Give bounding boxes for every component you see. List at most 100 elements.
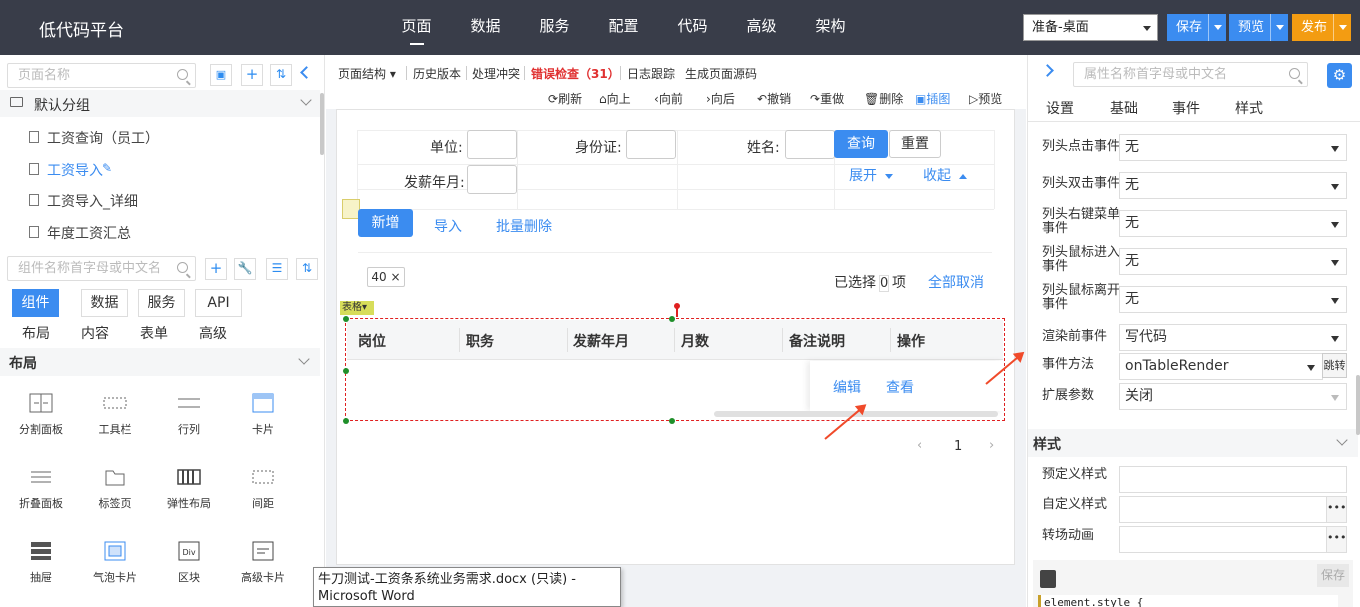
close-icon[interactable]: × bbox=[391, 270, 401, 284]
component-tabs[interactable]: 标签页 bbox=[80, 467, 150, 511]
component-row-col[interactable]: 行列 bbox=[154, 393, 224, 437]
event-select[interactable]: 无 bbox=[1119, 134, 1347, 161]
custom-style-input[interactable] bbox=[1119, 496, 1327, 523]
page-size-tag[interactable]: 40 × bbox=[367, 267, 405, 287]
page-item-active[interactable]: 工资导入 ✎ bbox=[0, 155, 320, 183]
undo-button[interactable]: ↶撤销 bbox=[757, 90, 791, 107]
page-search-input[interactable] bbox=[8, 64, 195, 87]
edit-pencil-icon[interactable]: ✎ bbox=[102, 161, 112, 175]
component-collapse-panel[interactable]: 折叠面板 bbox=[6, 467, 76, 511]
add-page-button[interactable]: + bbox=[241, 64, 263, 86]
history-version-button[interactable]: 历史版本 bbox=[413, 65, 461, 82]
page-item[interactable]: 年度工资汇总 bbox=[0, 218, 320, 246]
tab-api[interactable]: API bbox=[195, 289, 242, 317]
component-search[interactable] bbox=[7, 256, 196, 281]
column-divider[interactable] bbox=[890, 328, 891, 352]
next-page-icon[interactable]: › bbox=[989, 438, 994, 453]
nav-data[interactable]: 数据 bbox=[451, 0, 520, 55]
resize-handle[interactable] bbox=[343, 368, 349, 374]
event-select[interactable]: 无 bbox=[1119, 172, 1347, 199]
component-advanced-card[interactable]: 高级卡片 bbox=[228, 541, 298, 585]
subtab-content[interactable]: 内容 bbox=[81, 323, 140, 343]
nav-advanced[interactable]: 高级 bbox=[727, 0, 796, 55]
add-button[interactable]: 新增 bbox=[358, 209, 413, 237]
resize-handle[interactable] bbox=[343, 316, 349, 322]
component-block[interactable]: Div 区块 bbox=[154, 541, 224, 585]
property-scrollbar[interactable] bbox=[1356, 375, 1360, 435]
tab-basic[interactable]: 基础 bbox=[1110, 98, 1138, 118]
id-card-input[interactable] bbox=[626, 130, 676, 159]
tab-components[interactable]: 组件 bbox=[12, 289, 59, 317]
property-search-input[interactable] bbox=[1074, 63, 1307, 86]
column-header[interactable]: 备注说明 bbox=[789, 331, 845, 351]
page-list-scrollbar[interactable] bbox=[320, 93, 324, 155]
collapse-link[interactable]: 收起 bbox=[923, 165, 967, 185]
save-dropdown-icon[interactable] bbox=[1208, 14, 1226, 41]
nav-code[interactable]: 代码 bbox=[658, 0, 727, 55]
subtab-layout[interactable]: 布局 bbox=[22, 323, 81, 343]
current-page[interactable]: 1 bbox=[954, 439, 962, 454]
code-save-button[interactable]: 保存 bbox=[1317, 564, 1349, 587]
tab-settings[interactable]: 设置 bbox=[1046, 98, 1074, 118]
page-group[interactable]: 默认分组 bbox=[0, 90, 320, 117]
column-divider[interactable] bbox=[567, 328, 568, 352]
deselect-all-link[interactable]: 全部取消 bbox=[928, 272, 984, 292]
chevron-down-icon[interactable] bbox=[1336, 434, 1348, 446]
component-split-panel[interactable]: 分割面板 bbox=[6, 393, 76, 437]
page-structure-menu[interactable]: 页面结构 ▾ bbox=[338, 65, 396, 82]
column-header[interactable]: 月数 bbox=[681, 331, 709, 351]
environment-select[interactable]: 准备-桌面 bbox=[1023, 14, 1158, 41]
subtab-form[interactable]: 表单 bbox=[140, 323, 199, 343]
column-divider[interactable] bbox=[674, 328, 675, 352]
redo-button[interactable]: ↷重做 bbox=[810, 90, 844, 107]
page-item[interactable]: 工资导入_详细 bbox=[0, 186, 320, 214]
reset-button[interactable]: 重置 bbox=[889, 130, 941, 158]
move-up-button[interactable]: ⌂向上 bbox=[599, 90, 631, 107]
backward-button[interactable]: ›向后 bbox=[706, 90, 735, 107]
edit-link[interactable]: 编辑 bbox=[833, 377, 861, 397]
wrench-icon[interactable]: 🔧 bbox=[234, 258, 256, 280]
pay-month-input[interactable] bbox=[467, 165, 517, 194]
more-options-icon[interactable]: ••• bbox=[1326, 496, 1347, 523]
list-sort-icon[interactable]: ☰ bbox=[266, 258, 288, 280]
component-search-input[interactable] bbox=[8, 257, 195, 280]
unit-input[interactable] bbox=[467, 130, 517, 159]
jump-button[interactable]: 跳转 bbox=[1322, 353, 1347, 378]
more-options-icon[interactable]: ••• bbox=[1326, 526, 1347, 553]
preview-page-button[interactable]: ▷预览 bbox=[969, 90, 1002, 107]
ext-param-select[interactable]: 关闭 bbox=[1119, 383, 1347, 410]
component-toolbar[interactable]: 工具栏 bbox=[80, 393, 150, 437]
code-line[interactable]: element.style { bbox=[1038, 595, 1338, 607]
property-search[interactable] bbox=[1073, 62, 1308, 87]
save-button[interactable]: 保存 bbox=[1167, 14, 1227, 41]
tab-service[interactable]: 服务 bbox=[138, 289, 185, 317]
add-folder-button[interactable]: ▣ bbox=[210, 64, 232, 86]
tab-style[interactable]: 样式 bbox=[1235, 98, 1263, 118]
column-divider[interactable] bbox=[459, 328, 460, 352]
batch-delete-link[interactable]: 批量删除 bbox=[496, 216, 552, 236]
component-card[interactable]: 卡片 bbox=[228, 393, 298, 437]
refresh-button[interactable]: ⟳刷新 bbox=[548, 90, 582, 107]
generate-source-button[interactable]: 生成页面源码 bbox=[685, 65, 757, 82]
sort-icon[interactable]: ⇅ bbox=[296, 258, 318, 280]
page-canvas[interactable]: 单位: 身份证: 姓名: 发薪年月: 查询 重置 展开 收起 新增 导入 批量删… bbox=[336, 109, 1015, 565]
table-component-tag[interactable]: 表格▾ bbox=[340, 301, 374, 315]
component-flex-layout[interactable]: 弹性布局 bbox=[154, 467, 224, 511]
query-button[interactable]: 查询 bbox=[834, 130, 888, 158]
component-popover-card[interactable]: 气泡卡片 bbox=[80, 541, 150, 585]
nav-config[interactable]: 配置 bbox=[589, 0, 658, 55]
column-header[interactable]: 职务 bbox=[466, 331, 494, 351]
component-spacing[interactable]: 间距 bbox=[228, 467, 298, 511]
column-header[interactable]: 岗位 bbox=[358, 331, 386, 351]
event-select[interactable]: 无 bbox=[1119, 210, 1347, 237]
event-select[interactable]: 无 bbox=[1119, 248, 1347, 275]
preview-button[interactable]: 预览 bbox=[1229, 14, 1289, 41]
event-select[interactable]: 无 bbox=[1119, 286, 1347, 313]
publish-button[interactable]: 发布 bbox=[1292, 14, 1352, 41]
resolve-conflict-button[interactable]: 处理冲突 bbox=[472, 65, 520, 82]
page-item[interactable]: 工资查询（员工） bbox=[0, 123, 320, 151]
sort-button[interactable]: ⇅ bbox=[270, 64, 292, 86]
preview-dropdown-icon[interactable] bbox=[1270, 14, 1288, 41]
chevron-down-icon[interactable] bbox=[300, 94, 312, 106]
resize-handle[interactable] bbox=[343, 418, 349, 424]
